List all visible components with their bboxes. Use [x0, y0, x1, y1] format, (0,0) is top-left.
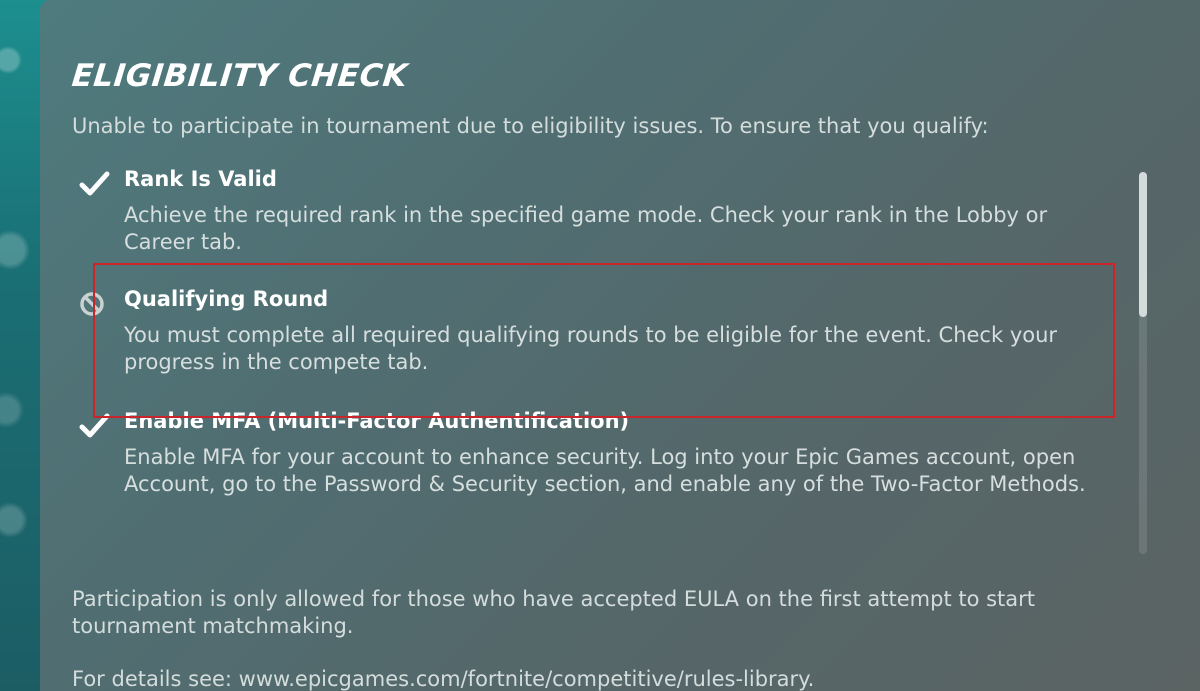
scrollbar-thumb[interactable]	[1139, 172, 1147, 317]
dialog-intro: Unable to participate in tournament due …	[72, 114, 989, 138]
check-list-scrollbar[interactable]	[1139, 172, 1147, 554]
check-item-description: Enable MFA for your account to enhance s…	[124, 445, 1086, 496]
checkmark-icon	[78, 168, 110, 200]
dialog-title: ELIGIBILITY CHECK	[70, 58, 410, 94]
rules-library-link[interactable]: For details see: www.epicgames.com/fortn…	[72, 667, 814, 691]
check-item-description: Achieve the required rank in the specifi…	[124, 203, 1048, 254]
check-item-title: Rank Is Valid	[124, 167, 277, 191]
participation-note: Participation is only allowed for those …	[72, 587, 1036, 638]
highlight-annotation-box	[93, 263, 1115, 418]
